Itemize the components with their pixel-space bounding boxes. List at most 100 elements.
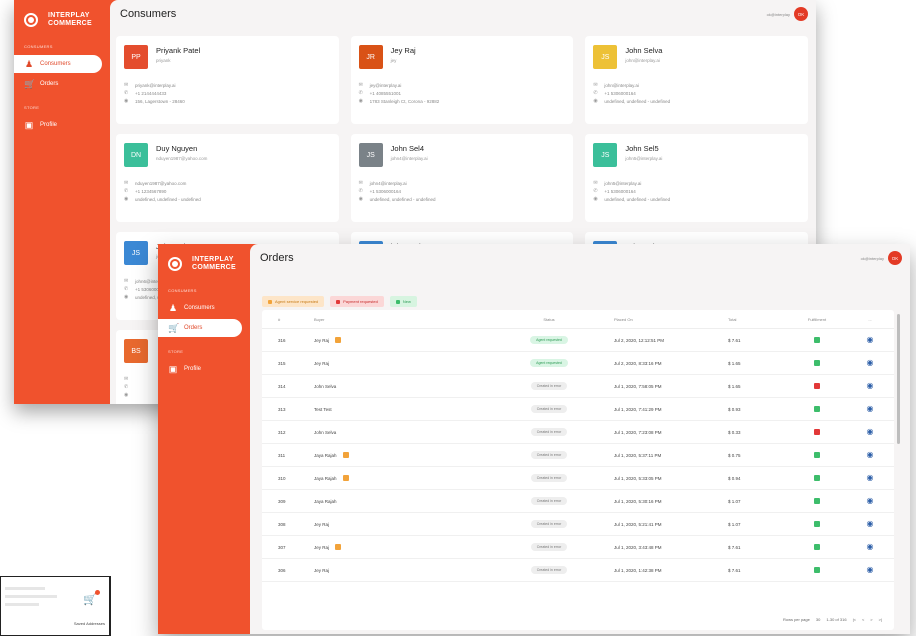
view-icon[interactable]: ◉ — [867, 405, 874, 413]
table-row[interactable]: 308 Jey Raj Created in error Jul 1, 2020, 5… — [262, 513, 894, 536]
view-icon[interactable]: ◉ — [867, 359, 874, 367]
card-details: ✉ john4@interplay.ai ✆ +1 5306000164 ◉ undefi… — [359, 179, 566, 203]
view-icon[interactable]: ◉ — [867, 520, 874, 528]
location-icon: ◉ — [124, 392, 129, 398]
card-phone-line: ✆ +1 5306000164 — [593, 89, 800, 97]
filter-chip[interactable]: New — [389, 296, 417, 307]
view-icon[interactable]: ◉ — [867, 497, 874, 505]
avatar[interactable]: OK — [888, 251, 902, 265]
buyer-name: Jaya Rajah — [314, 475, 337, 481]
status-cell: Agent requested — [494, 359, 604, 367]
topbar: Orders ok@interplay OK — [250, 244, 910, 272]
page-title: Consumers — [120, 8, 177, 20]
sidebar-item-consumers[interactable]: ♟ Consumers — [158, 299, 250, 317]
consumer-card[interactable]: PP Priyank Patel priyank ✉ priyank@interplay… — [116, 36, 339, 124]
sidebar-item-profile[interactable]: ▣ Profile — [158, 360, 250, 378]
table-row[interactable]: 315 Jey Raj Agent requested Jul 2, 2020, 8:… — [262, 352, 894, 375]
actions-cell: ◉ — [846, 474, 894, 482]
sidebar-item-profile[interactable]: ▣ Profile — [14, 116, 110, 134]
status-badge: Created in error — [530, 520, 568, 528]
view-icon[interactable]: ◉ — [867, 543, 874, 551]
card-phone-line: ✆ +1 1234567890 — [124, 187, 331, 195]
table-row[interactable]: 311 Jaya Rajah Created in error Jul 1, 2020… — [262, 444, 894, 467]
filter-chip[interactable]: Payment requested — [330, 296, 384, 307]
rows-per-page-select[interactable]: 30 — [816, 617, 820, 622]
mail-icon: ✉ — [593, 180, 598, 186]
actions-cell: ◉ — [846, 405, 894, 413]
table-row[interactable]: 314 John Selva Created in error Jul 1, 2020… — [262, 375, 894, 398]
column-header-buyer[interactable]: Buyer — [304, 317, 494, 322]
order-total: $ 1.07 — [728, 521, 741, 527]
table-row[interactable]: 310 Jaya Rajah Created in error Jul 1, 2020… — [262, 467, 894, 490]
fulfillment-icon — [814, 452, 820, 458]
view-icon[interactable]: ◉ — [867, 428, 874, 436]
last-page-button[interactable]: >| — [879, 617, 882, 622]
sidebar-item-orders[interactable]: 🛒 Orders — [158, 319, 242, 337]
consumer-name: John Selva — [625, 46, 663, 55]
mail-icon: ✉ — [124, 376, 129, 382]
brand[interactable]: INTERPLAY COMMERCE — [158, 244, 250, 278]
consumer-phone: +1 2144444433 — [135, 90, 167, 96]
sidebar-item-orders[interactable]: 🛒 Orders — [14, 75, 110, 93]
consumer-card[interactable]: JS John Sel5 john5@interplay.ai ✉ john5@inte… — [585, 134, 808, 222]
phone-icon: ✆ — [358, 90, 363, 96]
order-id: 313 — [278, 406, 286, 412]
filter-chip[interactable]: Agent service requested — [262, 296, 325, 307]
cart-icon[interactable]: 🛒 — [83, 593, 97, 606]
table-row[interactable]: 316 Jey Raj Agent requested Jul 2, 2020, 12… — [262, 329, 894, 352]
brand-name: INTERPLAY COMMERCE — [192, 256, 236, 272]
fulfillment-cell — [788, 429, 846, 435]
sidebar-item-consumers[interactable]: ♟ Consumers — [14, 55, 102, 73]
cart-icon: 🛒 — [168, 322, 180, 333]
mail-icon: ✉ — [124, 278, 129, 284]
table-row[interactable]: 306 Jey Raj Created in error Jul 1, 2020, 1… — [262, 559, 894, 582]
avatar[interactable]: OK — [794, 7, 808, 21]
user-menu[interactable]: ok@interplay OK — [861, 251, 902, 265]
order-id: 310 — [278, 475, 286, 481]
column-header-id[interactable]: # — [262, 317, 304, 322]
agent-tag-icon — [342, 452, 349, 458]
consumer-email: nduyen1987@yahoo.com — [135, 180, 187, 186]
prev-page-button[interactable]: < — [862, 617, 864, 622]
order-id: 312 — [278, 429, 286, 435]
consumer-card[interactable]: JS John Sel4 john4@interplay.ai ✉ john4@inte… — [350, 134, 574, 222]
buyer-name: John Selva — [314, 429, 337, 435]
phone-icon: ✆ — [593, 188, 598, 194]
user-menu[interactable]: ok@interplay OK — [767, 7, 808, 21]
table-row[interactable]: 312 John Selva Created in error Jul 1, 2020… — [262, 421, 894, 444]
view-icon[interactable]: ◉ — [867, 336, 874, 344]
view-icon[interactable]: ◉ — [867, 451, 874, 459]
placed-on: Jul 1, 2020, 7:23:08 PM — [614, 429, 662, 435]
column-header-fulfillment[interactable]: Fulfillment — [788, 317, 846, 322]
placeholder-line — [5, 587, 45, 590]
status-cell: Created in error — [494, 451, 604, 459]
column-header-placed[interactable]: Placed On — [604, 317, 724, 322]
table-row[interactable]: 309 Jaya Rajah Created in error Jul 1, 2020… — [262, 490, 894, 513]
next-page-button[interactable]: > — [870, 617, 872, 622]
view-icon[interactable]: ◉ — [867, 566, 874, 574]
card-identity: John Sel4 john4@interplay.ai — [391, 143, 428, 161]
consumer-card[interactable]: JS John Selva john@interplay.ai ✉ john@inter… — [585, 36, 808, 124]
fulfillment-icon — [814, 567, 820, 573]
first-page-button[interactable]: |< — [853, 617, 856, 622]
consumer-card[interactable]: DN Duy Nguyen nduyen1987@yahoo.com ✉ nduyen1… — [116, 134, 339, 222]
fulfillment-cell — [788, 475, 846, 481]
column-header-total[interactable]: Total — [724, 317, 788, 322]
table-row[interactable]: 313 Test Test Created in error Jul 1, 2020,… — [262, 398, 894, 421]
consumer-card[interactable]: JR Jey Raj jey ✉ jey@interplay.ai ✆ +1 4085551… — [350, 36, 574, 124]
status-badge: Created in error — [530, 428, 568, 436]
brand[interactable]: INTERPLAY COMMERCE — [14, 0, 110, 34]
table-header: # Buyer Status Placed On Total Fulfillme… — [262, 310, 894, 329]
view-icon[interactable]: ◉ — [867, 382, 874, 390]
buyer-cell: Jey Raj — [304, 544, 494, 550]
card-identity: Duy Nguyen nduyen1987@yahoo.com — [156, 143, 207, 161]
view-icon[interactable]: ◉ — [867, 474, 874, 482]
status-cell: Created in error — [494, 382, 604, 390]
status-cell: Created in error — [494, 566, 604, 574]
scrollbar[interactable] — [897, 314, 900, 444]
phone-icon: ✆ — [593, 90, 598, 96]
table-row[interactable]: 307 Jey Raj Created in error Jul 1, 2020, 3… — [262, 536, 894, 559]
order-total: $ 0.94 — [728, 475, 741, 481]
card-address-line: ◉ 1783 Stanleigh Ct, Corona - 92882 — [359, 97, 566, 105]
column-header-status[interactable]: Status — [494, 317, 604, 322]
